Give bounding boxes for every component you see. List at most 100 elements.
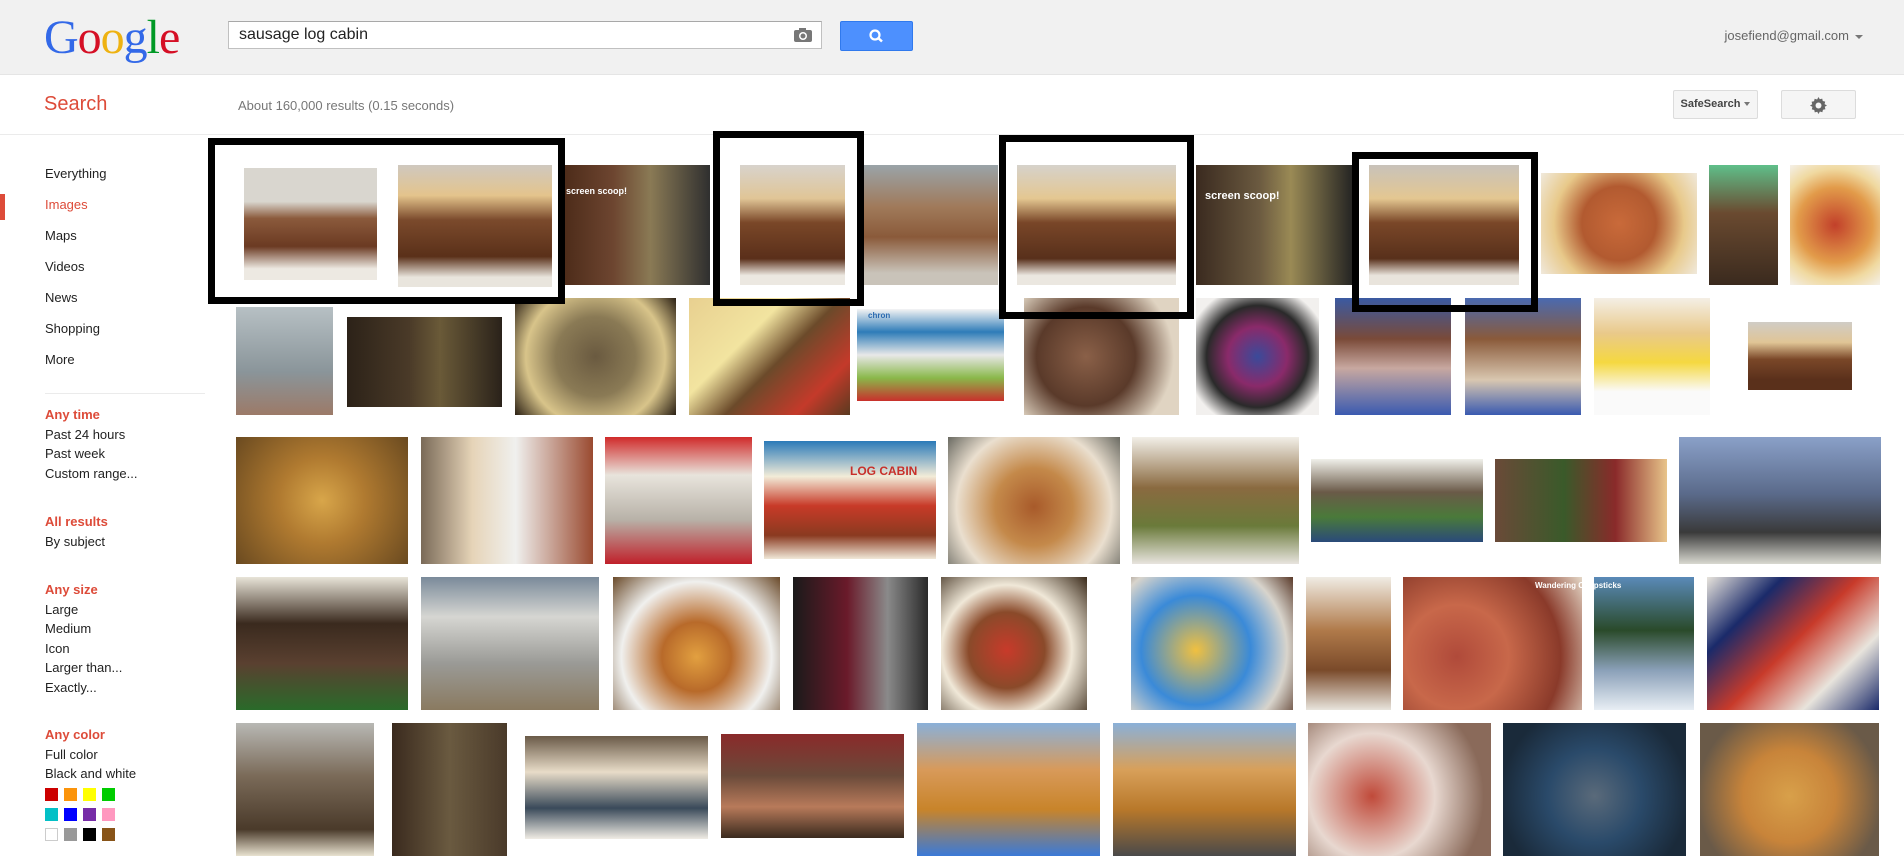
image-result[interactable] xyxy=(1017,165,1176,285)
nav-item-shopping[interactable]: Shopping xyxy=(0,315,200,346)
google-logo[interactable]: Google xyxy=(44,11,180,64)
image-result[interactable] xyxy=(613,577,780,710)
image-result[interactable] xyxy=(1709,165,1778,285)
image-result[interactable] xyxy=(1707,577,1879,710)
filter-time: Any time Past 24 hours Past week Custom … xyxy=(45,405,138,483)
image-result[interactable] xyxy=(1335,298,1451,415)
search-button[interactable] xyxy=(840,21,913,51)
image-result[interactable] xyxy=(857,309,1004,401)
filter-size-head[interactable]: Any size xyxy=(45,580,122,600)
image-result[interactable] xyxy=(605,437,752,564)
image-result[interactable] xyxy=(421,437,593,564)
camera-icon[interactable] xyxy=(793,27,813,43)
color-swatch[interactable] xyxy=(102,828,115,841)
image-result[interactable] xyxy=(1369,165,1519,285)
filter-time-option[interactable]: Past week xyxy=(45,444,138,464)
image-result[interactable] xyxy=(515,298,676,415)
image-result[interactable] xyxy=(721,734,904,838)
image-result[interactable] xyxy=(236,723,374,856)
image-result[interactable] xyxy=(347,317,502,407)
image-result[interactable] xyxy=(1113,723,1296,856)
filter-size-option[interactable]: Larger than... xyxy=(45,658,122,678)
image-result[interactable] xyxy=(1748,322,1852,390)
image-result[interactable] xyxy=(398,165,552,287)
color-swatch[interactable] xyxy=(102,788,115,801)
nav-item-everything[interactable]: Everything xyxy=(0,160,200,191)
filter-results: All results By subject xyxy=(45,512,108,551)
filter-color-option[interactable]: Black and white xyxy=(45,764,136,784)
image-result[interactable] xyxy=(561,165,710,285)
image-result[interactable] xyxy=(1131,577,1293,710)
image-result[interactable] xyxy=(1594,577,1694,710)
image-result[interactable] xyxy=(236,577,408,710)
filter-color-option[interactable]: Full color xyxy=(45,745,136,765)
logo-letter: o xyxy=(77,11,102,64)
filter-color-head[interactable]: Any color xyxy=(45,725,136,745)
nav-item-videos[interactable]: Videos xyxy=(0,253,200,284)
image-result[interactable] xyxy=(1196,298,1319,415)
image-result[interactable] xyxy=(1024,298,1179,415)
image-result[interactable] xyxy=(392,723,507,856)
search-box[interactable] xyxy=(228,21,822,49)
image-result[interactable] xyxy=(689,298,850,415)
color-swatch[interactable] xyxy=(83,828,96,841)
image-result[interactable] xyxy=(1503,723,1686,856)
nav-item-more[interactable]: More xyxy=(0,346,200,377)
filter-results-head[interactable]: All results xyxy=(45,512,108,532)
filter-size-option[interactable]: Large xyxy=(45,600,122,620)
settings-button[interactable] xyxy=(1781,90,1856,119)
image-result[interactable] xyxy=(764,441,936,559)
search-input[interactable] xyxy=(239,22,779,48)
image-result[interactable] xyxy=(525,736,708,839)
image-result[interactable] xyxy=(236,307,333,415)
image-result[interactable] xyxy=(1594,298,1710,415)
image-thumbnail xyxy=(862,165,998,285)
nav-item-maps[interactable]: Maps xyxy=(0,222,200,253)
filter-size-option[interactable]: Medium xyxy=(45,619,122,639)
image-result[interactable] xyxy=(1790,165,1880,285)
color-swatch[interactable] xyxy=(45,808,58,821)
color-swatch[interactable] xyxy=(45,828,58,841)
filter-size-option[interactable]: Exactly... xyxy=(45,678,122,698)
nav-item-news[interactable]: News xyxy=(0,284,200,315)
filter-size-option[interactable]: Icon xyxy=(45,639,122,659)
image-result[interactable] xyxy=(1311,459,1483,542)
image-result[interactable] xyxy=(1132,437,1299,564)
image-result[interactable] xyxy=(1306,577,1391,710)
image-result[interactable] xyxy=(236,437,408,564)
filter-results-option[interactable]: By subject xyxy=(45,532,108,552)
image-result[interactable] xyxy=(941,577,1087,710)
color-swatch[interactable] xyxy=(64,808,77,821)
image-result[interactable] xyxy=(1196,165,1354,285)
color-swatch[interactable] xyxy=(83,808,96,821)
color-swatch[interactable] xyxy=(45,788,58,801)
image-result[interactable] xyxy=(421,577,599,710)
image-result[interactable] xyxy=(917,723,1100,856)
color-swatch[interactable] xyxy=(64,788,77,801)
image-thumbnail xyxy=(721,734,904,838)
filter-time-head[interactable]: Any time xyxy=(45,405,138,425)
image-result[interactable] xyxy=(1308,723,1491,856)
image-thumbnail xyxy=(398,165,552,287)
image-result[interactable] xyxy=(1679,437,1881,564)
image-result[interactable] xyxy=(1403,577,1582,710)
image-result[interactable] xyxy=(862,165,998,285)
image-caption: Wandering Chopsticks xyxy=(1535,581,1622,590)
image-result[interactable] xyxy=(244,168,377,280)
safesearch-button[interactable]: SafeSearch xyxy=(1673,90,1758,119)
nav-item-images[interactable]: Images xyxy=(0,191,200,222)
image-result[interactable] xyxy=(1700,723,1879,856)
image-thumbnail xyxy=(793,577,928,710)
color-swatch[interactable] xyxy=(64,828,77,841)
image-result[interactable] xyxy=(1495,459,1667,542)
image-result[interactable] xyxy=(1465,298,1581,415)
account-menu[interactable]: josefiend@gmail.com xyxy=(1725,28,1863,43)
image-result[interactable] xyxy=(948,437,1120,564)
color-swatch[interactable] xyxy=(83,788,96,801)
image-result[interactable] xyxy=(793,577,928,710)
filter-time-option[interactable]: Past 24 hours xyxy=(45,425,138,445)
image-result[interactable] xyxy=(1541,173,1697,274)
filter-time-option[interactable]: Custom range... xyxy=(45,464,138,484)
image-result[interactable] xyxy=(740,165,845,285)
color-swatch[interactable] xyxy=(102,808,115,821)
